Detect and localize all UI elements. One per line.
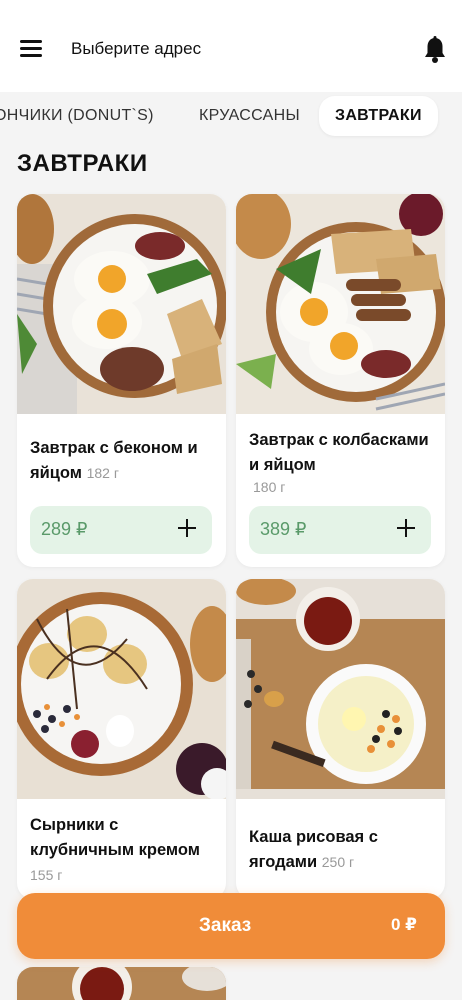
product-price: 389 ₽ bbox=[260, 519, 307, 539]
product-card-syrniki[interactable]: Сырники с клубничным кремом 155 г bbox=[17, 579, 226, 899]
tab-breakfasts[interactable]: ЗАВТРАКИ bbox=[319, 96, 438, 136]
product-image bbox=[236, 579, 445, 799]
product-card-bacon-eggs[interactable]: Завтрак с беконом и яйцом 182 г 289 ₽ bbox=[17, 194, 226, 567]
bell-icon[interactable] bbox=[423, 36, 447, 64]
product-card-partial[interactable] bbox=[17, 967, 226, 1000]
product-price: 289 ₽ bbox=[41, 519, 88, 539]
plus-icon bbox=[393, 515, 419, 541]
order-total: 0 ₽ bbox=[390, 915, 417, 934]
order-label: Заказ bbox=[199, 915, 252, 936]
product-name: Каша рисовая с ягодами 250 г bbox=[249, 828, 378, 871]
product-image bbox=[236, 194, 445, 414]
product-weight: 182 г bbox=[86, 465, 119, 481]
order-button[interactable]: Заказ 0 ₽ bbox=[17, 893, 445, 959]
add-to-cart-button[interactable]: 289 ₽ bbox=[30, 506, 212, 554]
tab-donuts[interactable]: ОНЧИКИ (DONUT`S) bbox=[0, 96, 154, 136]
product-name: Завтрак с колбасками и яйцом bbox=[249, 431, 429, 474]
add-to-cart-button[interactable]: 389 ₽ bbox=[249, 506, 431, 554]
tab-croissants[interactable]: КРУАССАНЫ bbox=[199, 96, 300, 136]
category-tabs: ОНЧИКИ (DONUT`S) КРУАССАНЫ ЗАВТРАКИ bbox=[0, 92, 462, 142]
product-card-rice-porridge[interactable]: Каша рисовая с ягодами 250 г bbox=[236, 579, 445, 899]
product-image bbox=[17, 579, 226, 799]
product-weight: 155 г bbox=[30, 867, 63, 883]
address-selector[interactable]: Выберите адрес bbox=[71, 39, 201, 59]
hamburger-menu-icon[interactable] bbox=[20, 40, 42, 58]
section-title: ЗАВТРАКИ bbox=[17, 150, 148, 177]
product-name: Сырники с клубничным кремом 155 г bbox=[30, 816, 200, 883]
product-weight: 250 г bbox=[321, 854, 355, 870]
product-image bbox=[17, 194, 226, 414]
app-header: Выберите адрес bbox=[0, 0, 462, 92]
product-name: Завтрак с беконом и яйцом 182 г bbox=[30, 439, 198, 482]
product-card-sausages-eggs[interactable]: Завтрак с колбасками и яйцом 180 г 389 ₽ bbox=[236, 194, 445, 567]
plus-icon bbox=[174, 515, 200, 541]
product-weight: 180 г bbox=[253, 479, 286, 495]
product-image bbox=[17, 967, 226, 1000]
